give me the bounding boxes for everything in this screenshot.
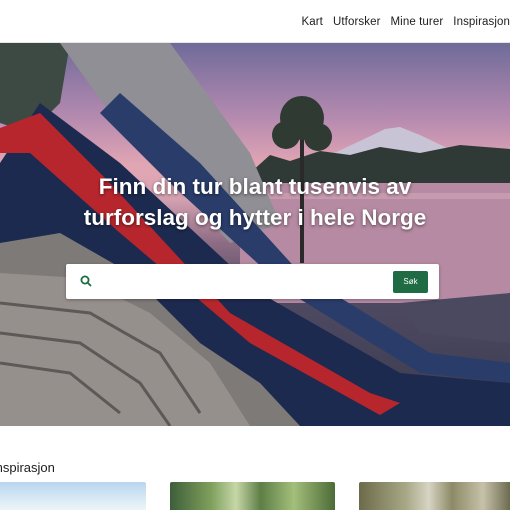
top-navigation-bar: Kart Utforsker Mine turer Inspirasjon xyxy=(0,0,510,43)
inspiration-card[interactable] xyxy=(170,482,335,510)
nav-link-inspirasjon[interactable]: Inspirasjon xyxy=(453,16,510,28)
nav-link-mine-turer[interactable]: Mine turer xyxy=(391,16,444,28)
inspiration-section: Inspirasjon xyxy=(0,426,510,510)
search-bar: Søk xyxy=(66,264,439,299)
search-icon xyxy=(80,275,92,287)
page: Kart Utforsker Mine turer Inspirasjon Fi… xyxy=(0,0,510,510)
nav-link-utforsker[interactable]: Utforsker xyxy=(333,16,381,28)
nav-link-kart[interactable]: Kart xyxy=(301,16,323,28)
hero-background-image xyxy=(0,43,510,426)
hero-banner: Finn din tur blant tusenvis av turforsla… xyxy=(0,43,510,426)
tree-crown-right xyxy=(304,123,332,151)
tree-crown-left xyxy=(272,121,300,149)
search-input[interactable] xyxy=(100,270,380,293)
inspiration-card[interactable] xyxy=(359,482,510,510)
inspiration-card[interactable] xyxy=(0,482,146,510)
main-nav: Kart Utforsker Mine turer Inspirasjon xyxy=(291,0,510,43)
section-title: Inspirasjon xyxy=(0,460,55,475)
hero-headline: Finn din tur blant tusenvis av turforsla… xyxy=(40,171,470,233)
hero-headline-line-2: turforslag og hytter i hele Norge xyxy=(83,205,427,230)
hero-headline-line-1: Finn din tur blant tusenvis av xyxy=(98,174,412,199)
search-button[interactable]: Søk xyxy=(393,271,428,293)
